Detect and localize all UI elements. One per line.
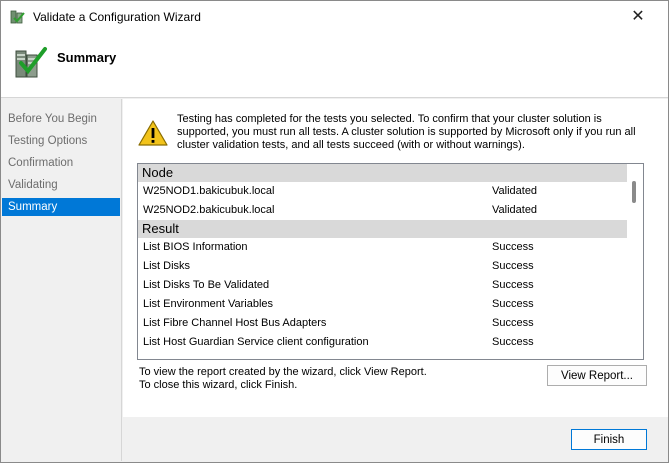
wizard-footer: Finish xyxy=(123,417,668,462)
test-status: Success xyxy=(492,279,534,291)
result-group-header: Result xyxy=(138,220,628,238)
warning-icon xyxy=(138,120,168,146)
list-item[interactable]: List Environment Variables Success xyxy=(138,295,628,314)
test-name: List BIOS Information xyxy=(143,241,248,253)
sidebar-item-confirmation[interactable]: Confirmation xyxy=(2,154,120,172)
test-name: List Environment Variables xyxy=(143,298,274,310)
view-report-instruction: To view the report created by the wizard… xyxy=(139,366,427,378)
page-header: Summary xyxy=(1,33,668,98)
close-icon: ✕ xyxy=(631,8,645,25)
test-status: Success xyxy=(492,336,534,348)
view-report-button[interactable]: View Report... xyxy=(547,365,647,386)
finish-button[interactable]: Finish xyxy=(571,429,647,450)
list-item[interactable]: List Fibre Channel Host Bus Adapters Suc… xyxy=(138,314,628,333)
sidebar-item-validating[interactable]: Validating xyxy=(2,176,120,194)
close-button[interactable]: ✕ xyxy=(615,1,661,31)
node-group-header: Node xyxy=(138,164,628,182)
test-name: List Disks xyxy=(143,260,191,272)
list-item[interactable]: List Host Guardian Service client config… xyxy=(138,333,628,352)
sidebar-item-testing-options[interactable]: Testing Options xyxy=(2,132,120,150)
test-status: Success xyxy=(492,241,534,253)
scrollbar-thumb[interactable] xyxy=(632,181,636,203)
list-item[interactable]: W25NOD2.bakicubuk.local Validated xyxy=(138,201,628,220)
page-title: Summary xyxy=(57,50,117,65)
title-bar: Validate a Configuration Wizard ✕ xyxy=(1,1,668,33)
wizard-steps-sidebar: Before You Begin Testing Options Confirm… xyxy=(1,99,122,461)
test-status: Success xyxy=(492,260,534,272)
sidebar-item-before-you-begin[interactable]: Before You Begin xyxy=(2,110,120,128)
wizard-window: Validate a Configuration Wizard ✕ Summar… xyxy=(0,0,669,463)
test-name: List Host Guardian Service client config… xyxy=(143,336,369,348)
node-name: W25NOD1.bakicubuk.local xyxy=(143,185,275,197)
node-name: W25NOD2.bakicubuk.local xyxy=(143,204,275,216)
validation-summary-icon xyxy=(15,47,47,78)
list-item[interactable]: List BIOS Information Success xyxy=(138,238,628,257)
test-name: List Fibre Channel Host Bus Adapters xyxy=(143,317,327,329)
completion-message: Testing has completed for the tests you … xyxy=(177,113,636,151)
report-instructions: To view the report created by the wizard… xyxy=(139,366,427,392)
finish-instruction: To close this wizard, click Finish. xyxy=(139,379,298,391)
summary-content: Testing has completed for the tests you … xyxy=(123,99,668,417)
test-name: List Disks To Be Validated xyxy=(143,279,270,291)
window-title: Validate a Configuration Wizard xyxy=(33,10,201,24)
node-status: Validated xyxy=(492,185,538,197)
cluster-wizard-icon xyxy=(10,10,25,24)
test-status: Success xyxy=(492,298,534,310)
list-item[interactable]: List Disks Success xyxy=(138,257,628,276)
sidebar-item-summary[interactable]: Summary xyxy=(2,198,120,216)
list-item[interactable]: W25NOD1.bakicubuk.local Validated xyxy=(138,182,628,201)
results-list[interactable]: Node W25NOD1.bakicubuk.local Validated W… xyxy=(137,163,644,360)
results-scrollbar[interactable] xyxy=(627,164,643,359)
list-item[interactable]: List Disks To Be Validated Success xyxy=(138,276,628,295)
node-status: Validated xyxy=(492,204,538,216)
test-status: Success xyxy=(492,317,534,329)
